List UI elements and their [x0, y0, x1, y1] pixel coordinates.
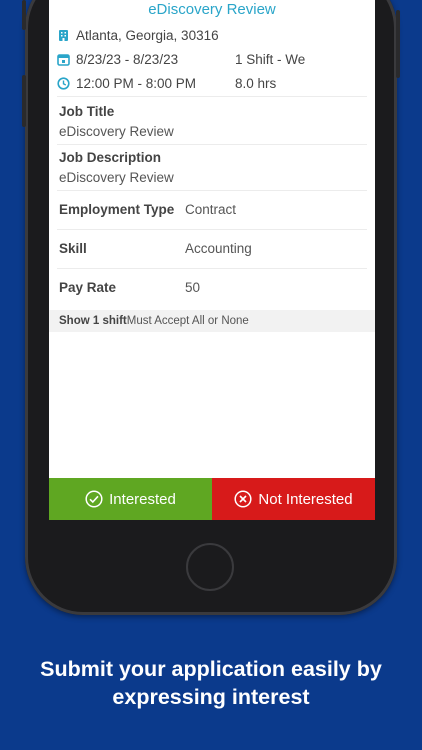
location-text: Atlanta, Georgia, 30316: [76, 28, 219, 43]
job-title-value: eDiscovery Review: [59, 124, 174, 139]
time-range-text: 12:00 PM - 8:00 PM: [76, 76, 197, 91]
action-bar: Interested Not Interested: [49, 478, 375, 520]
dates-text: 8/23/23 - 8/23/23: [76, 52, 179, 67]
job-description-value: eDiscovery Review: [59, 170, 174, 185]
pay-rate-value: 50: [185, 280, 201, 295]
pay-rate-label: Pay Rate: [59, 280, 117, 295]
phone-power-button: [396, 10, 400, 78]
skill-label: Skill: [59, 241, 87, 256]
phone-home-button[interactable]: [186, 543, 234, 591]
x-circle-icon: [234, 490, 252, 508]
divider: [57, 190, 367, 191]
job-title-label: Job Title: [59, 104, 115, 119]
shift-rule-text: Must Accept All or None: [126, 315, 249, 327]
divider: [57, 144, 367, 145]
hours-text: 8.0 hrs: [235, 76, 277, 91]
divider: [57, 229, 367, 230]
clock-icon: [57, 77, 70, 90]
skill-value: Accounting: [185, 241, 252, 256]
caption-line-2: expressing interest: [112, 685, 310, 709]
shift-info-bar: Show 1 shiftMust Accept All or None: [49, 310, 375, 332]
job-description-label: Job Description: [59, 150, 162, 165]
employment-type-value: Contract: [185, 202, 237, 217]
time-row: 12:00 PM - 8:00 PM 8.0 hrs: [49, 76, 375, 94]
interested-label: Interested: [109, 490, 176, 508]
job-header-title: eDiscovery Review: [148, 1, 276, 18]
location-row: Atlanta, Georgia, 30316: [49, 28, 375, 46]
employment-type-label: Employment Type: [59, 202, 175, 217]
interested-button[interactable]: Interested: [49, 478, 212, 520]
phone-side-button: [22, 0, 26, 30]
promo-caption: Submit your application easily by expres…: [0, 655, 422, 711]
phone-volume-up: [22, 75, 26, 127]
building-icon: [59, 30, 68, 41]
calendar-icon: [57, 54, 70, 66]
not-interested-label: Not Interested: [258, 490, 353, 508]
caption-line-1: Submit your application easily by: [40, 657, 382, 681]
check-circle-icon: [85, 490, 103, 508]
app-screen: eDiscovery Review Atlanta, Georgia, 3031…: [49, 0, 375, 520]
dates-row: 8/23/23 - 8/23/23 1 Shift - We: [49, 52, 375, 70]
not-interested-button[interactable]: Not Interested: [212, 478, 375, 520]
show-shift-link[interactable]: Show 1 shift: [59, 315, 127, 327]
divider: [57, 96, 367, 97]
divider: [57, 268, 367, 269]
shift-count-text: 1 Shift - We: [235, 52, 306, 67]
